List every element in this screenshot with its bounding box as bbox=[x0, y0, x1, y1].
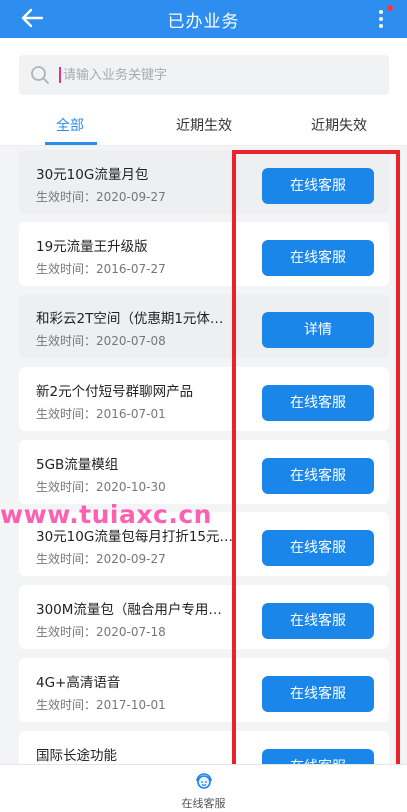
customer-service-icon[interactable] bbox=[193, 770, 215, 792]
notification-dot bbox=[387, 5, 393, 11]
text-caret bbox=[59, 67, 61, 83]
item-date: 生效时间：2020-09-27 bbox=[36, 552, 166, 566]
item-date: 生效时间：2020-09-27 bbox=[36, 190, 166, 204]
item-date: 生效时间：2020-10-30 bbox=[36, 480, 166, 494]
item-date: 生效时间：2016-07-01 bbox=[36, 407, 166, 421]
search-icon bbox=[31, 66, 49, 84]
item-name: 国际长途功能 bbox=[36, 748, 117, 764]
search-area bbox=[0, 38, 407, 100]
search-box[interactable] bbox=[19, 55, 389, 95]
search-input[interactable] bbox=[63, 55, 373, 95]
item-date: 生效时间：2016-07-27 bbox=[36, 262, 166, 276]
item-name: 30元10G流量月包 bbox=[36, 167, 149, 183]
active-tab-indicator bbox=[45, 142, 97, 145]
item-date: 生效时间：2020-07-18 bbox=[36, 625, 166, 639]
bottom-service-label: 在线客服 bbox=[181, 797, 226, 810]
item-name: 和彩云2T空间（优惠期1元体… bbox=[36, 311, 224, 327]
page-title: 已办业务 bbox=[167, 12, 240, 32]
item-name: 新2元个付短号群聊网产品 bbox=[36, 384, 194, 400]
item-name: 4G+高清语音 bbox=[36, 675, 121, 691]
tab-recent-expired[interactable]: 近期失效 bbox=[311, 115, 367, 135]
item-name: 5GB流量模组 bbox=[36, 457, 119, 473]
tab-all[interactable]: 全部 bbox=[56, 115, 84, 135]
item-name: 300M流量包（融合用户专用… bbox=[36, 602, 222, 618]
item-date: 生效时间：2017-10-01 bbox=[36, 698, 166, 712]
annotation-highlight-box bbox=[232, 150, 400, 773]
tab-bar: 全部 近期生效 近期失效 bbox=[0, 100, 407, 146]
app-header: 已办业务 bbox=[0, 0, 407, 38]
watermark: www.tuiaxc.cn bbox=[0, 500, 212, 529]
bottom-bar[interactable]: 在线客服 bbox=[0, 764, 407, 812]
tab-recent-effective[interactable]: 近期生效 bbox=[176, 115, 232, 135]
item-date: 生效时间：2020-07-08 bbox=[36, 334, 166, 348]
item-name: 19元流量王升级版 bbox=[36, 239, 148, 255]
